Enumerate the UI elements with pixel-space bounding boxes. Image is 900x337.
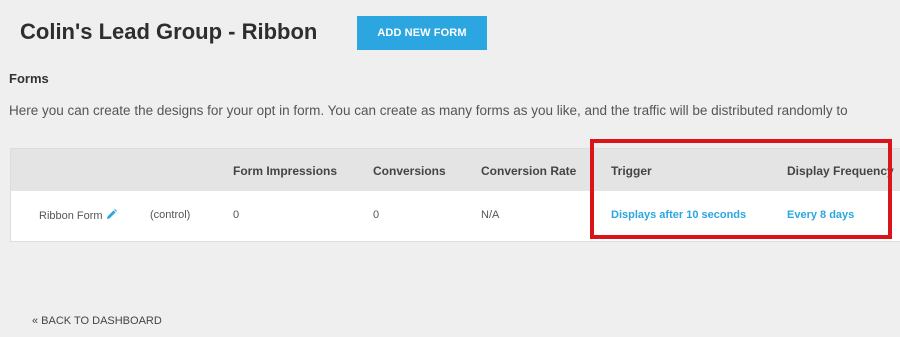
pencil-icon[interactable] [106, 209, 117, 223]
page-title: Colin's Lead Group - Ribbon [20, 19, 318, 44]
form-name-cell: Ribbon Form [39, 209, 117, 223]
header-conversion-rate: Conversion Rate [481, 164, 577, 178]
add-new-form-button[interactable]: ADD NEW FORM [357, 16, 487, 50]
conversion-rate-value: N/A [481, 209, 500, 221]
form-impressions-value: 0 [233, 209, 240, 221]
forms-section-title: Forms [9, 71, 49, 86]
form-variant: (control) [150, 209, 191, 221]
back-to-dashboard-link[interactable]: « BACK TO DASHBOARD [32, 315, 162, 327]
form-name: Ribbon Form [39, 210, 103, 222]
forms-description: Here you can create the designs for your… [9, 103, 848, 118]
conversions-value: 0 [373, 209, 380, 221]
header-form-impressions: Form Impressions [233, 164, 338, 178]
highlight-annotation-box [590, 139, 892, 239]
header-conversions: Conversions [373, 164, 446, 178]
